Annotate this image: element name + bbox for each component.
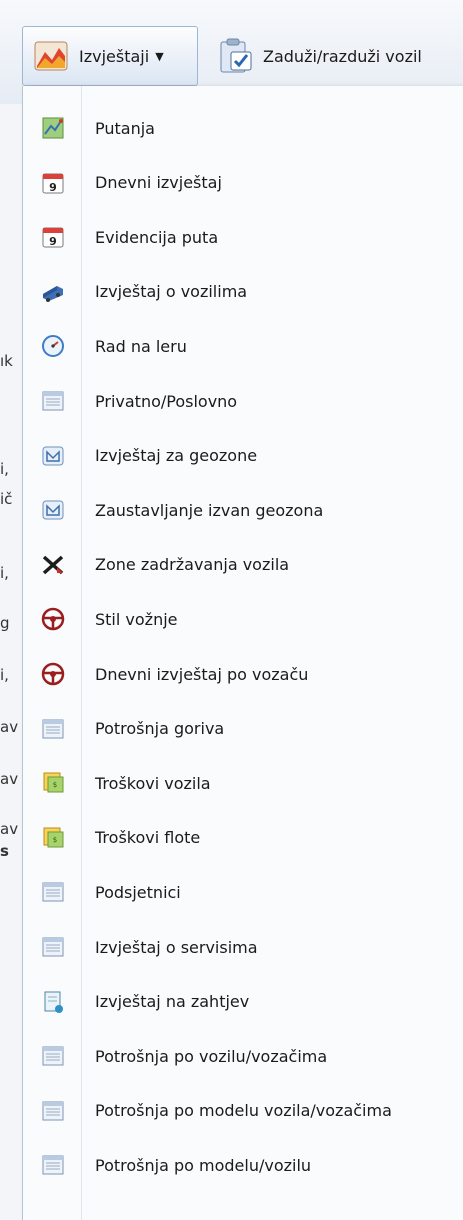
- background-text: av: [0, 770, 19, 788]
- notes-icon: $: [41, 826, 65, 850]
- menu-item-label: Potrošnja goriva: [95, 719, 225, 739]
- notes-icon: $: [41, 771, 65, 795]
- menu-item-label: Zone zadržavanja vozila: [95, 555, 290, 575]
- background-text: i,: [0, 666, 9, 684]
- menu-item-label: Dnevni izvještaj po vozaču: [95, 664, 309, 684]
- menu-item[interactable]: Zaustavljanje izvan geozona: [23, 484, 463, 536]
- assign-vehicle-label: Zaduži/razduži vozil: [263, 46, 422, 66]
- menu-item-label: Izvještaj o servisima: [95, 937, 258, 957]
- reports-menu-button[interactable]: Izvještaji ▼: [22, 26, 198, 86]
- menu-item[interactable]: Potrošnja po modelu vozila/vozačima: [23, 1085, 463, 1137]
- list-icon: [41, 1099, 65, 1123]
- menu-item-label: Izvještaj na zahtjev: [95, 992, 250, 1012]
- menu-item-label: Rad na leru: [95, 336, 187, 356]
- menu-item-label: Privatno/Poslovno: [95, 391, 238, 411]
- svg-text:9: 9: [49, 181, 57, 194]
- menu-item[interactable]: $ Troškovi flote: [23, 812, 463, 864]
- menu-item[interactable]: Izvještaj za geozone: [23, 430, 463, 482]
- steering-wheel-icon: [41, 662, 65, 686]
- geozone-icon: [41, 498, 65, 522]
- menu-item-label: Izvještaj o vozilima: [95, 282, 248, 302]
- svg-text:$: $: [53, 836, 57, 844]
- menu-item[interactable]: Rad na leru: [23, 320, 463, 372]
- background-text: i,: [0, 564, 9, 582]
- menu-item[interactable]: 9 Evidencija puta: [23, 211, 463, 263]
- truck-icon: [41, 280, 65, 304]
- menu-item-label: Putanja: [95, 118, 155, 138]
- menu-item[interactable]: $ Troškovi vozila: [23, 757, 463, 809]
- menu-item-label: Dnevni izvještaj: [95, 173, 222, 193]
- menu-item[interactable]: Izvještaj na zahtjev: [23, 976, 463, 1028]
- list-icon: [41, 880, 65, 904]
- cross-arrows-icon: [41, 553, 65, 577]
- geozone-icon: [41, 444, 65, 468]
- list-icon: [41, 935, 65, 959]
- menu-item[interactable]: Izvještaj o vozilima: [23, 266, 463, 318]
- steering-wheel-icon: [41, 607, 65, 631]
- menu-item[interactable]: Stil vožnje: [23, 593, 463, 645]
- calendar-icon: 9: [41, 225, 65, 249]
- menu-item[interactable]: Putanja: [23, 102, 463, 154]
- menu-item-label: Evidencija puta: [95, 227, 219, 247]
- map-route-icon: [41, 116, 65, 140]
- menu-item[interactable]: Potrošnja po modelu/vozilu: [23, 1139, 463, 1191]
- background-text: av: [0, 718, 19, 736]
- menu-item-label: Stil vožnje: [95, 609, 178, 629]
- menu-item[interactable]: Zone zadržavanja vozila: [23, 539, 463, 591]
- speedometer-icon: [41, 334, 65, 358]
- list-icon: [41, 1044, 65, 1068]
- menu-item[interactable]: Dnevni izvještaj po vozaču: [23, 648, 463, 700]
- document-icon: [41, 990, 65, 1014]
- background-text: av: [0, 820, 19, 838]
- background-text: g: [0, 614, 10, 632]
- svg-text:9: 9: [49, 235, 57, 248]
- assign-vehicle-button[interactable]: Zaduži/razduži vozil: [215, 26, 422, 86]
- background-text: s: [0, 842, 9, 860]
- menu-item-label: Izvještaj za geozone: [95, 446, 258, 466]
- list-icon: [41, 389, 65, 413]
- background-text: ič: [0, 490, 13, 508]
- list-icon: [41, 717, 65, 741]
- calendar-icon: 9: [41, 171, 65, 195]
- menu-item[interactable]: Potrošnja po vozilu/vozačima: [23, 1030, 463, 1082]
- menu-item[interactable]: Podsjetnici: [23, 866, 463, 918]
- clipboard-check-icon: [215, 36, 255, 76]
- reports-menu-label: Izvještaji: [79, 46, 150, 66]
- background-text: i,: [0, 460, 9, 478]
- menu-item-label: Podsjetnici: [95, 882, 181, 902]
- menu-item[interactable]: Privatno/Poslovno: [23, 375, 463, 427]
- menu-item[interactable]: Potrošnja goriva: [23, 703, 463, 755]
- menu-item-label: Troškovi flote: [95, 828, 201, 848]
- list-icon: [41, 1153, 65, 1177]
- menu-item[interactable]: 9 Dnevni izvještaj: [23, 157, 463, 209]
- chevron-down-icon: ▼: [155, 49, 164, 63]
- menu-item-label: Potrošnja po modelu vozila/vozačima: [95, 1101, 392, 1121]
- menu-item-label: Potrošnja po modelu/vozilu: [95, 1155, 312, 1175]
- report-chart-icon: [31, 36, 71, 76]
- background-text: ık: [0, 352, 13, 370]
- menu-item[interactable]: Izvještaj o servisima: [23, 921, 463, 973]
- menu-item-label: Potrošnja po vozilu/vozačima: [95, 1046, 328, 1066]
- reports-dropdown-menu: Putanja 9 Dnevni izvještaj 9 Evidencija puta…: [22, 86, 463, 1220]
- menu-item-label: Zaustavljanje izvan geozona: [95, 500, 324, 520]
- menu-item-label: Troškovi vozila: [95, 773, 211, 793]
- svg-text:$: $: [53, 781, 57, 789]
